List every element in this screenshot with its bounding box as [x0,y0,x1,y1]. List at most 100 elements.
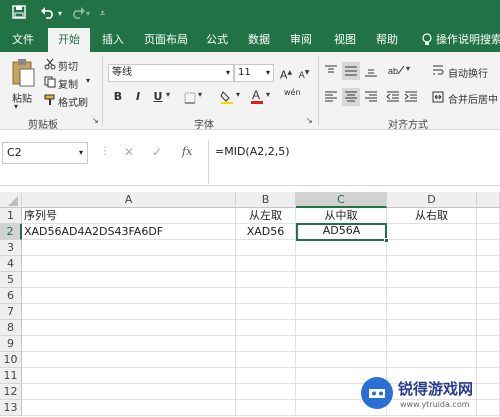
cell-d1[interactable]: 从右取 [387,208,477,224]
empty-cell[interactable] [296,320,387,336]
fill-color-icon[interactable] [220,90,234,107]
tell-me-search[interactable]: 操作说明搜索 [436,28,500,52]
decrease-font-icon[interactable]: A▼ [296,64,312,82]
empty-cell[interactable] [296,256,387,272]
empty-cell[interactable] [236,272,296,288]
row-header[interactable]: 8 [0,320,22,336]
align-left-icon[interactable] [324,90,338,107]
empty-cell[interactable] [477,352,500,368]
font-color-icon[interactable]: A [250,88,264,107]
tab-help[interactable]: 帮助 [370,28,404,52]
empty-cell[interactable] [387,240,477,256]
empty-cell[interactable] [477,208,500,224]
empty-cell[interactable] [22,256,236,272]
cell-c2-active[interactable]: AD56A [296,223,387,241]
customize-toolbar-icon[interactable]: ⩡ [100,5,105,23]
tab-insert[interactable]: 插入 [96,28,130,52]
name-box[interactable]: C2 ▾ [2,142,88,164]
tab-page-layout[interactable]: 页面布局 [138,28,194,52]
align-center-icon[interactable] [342,88,360,106]
empty-cell[interactable] [22,400,236,416]
empty-cell[interactable] [22,336,236,352]
italic-button[interactable]: I [130,88,146,106]
cell-a1[interactable]: 序列号 [22,208,236,224]
empty-cell[interactable] [477,320,500,336]
empty-cell[interactable] [296,304,387,320]
empty-cell[interactable] [22,384,236,400]
orientation-icon[interactable]: ab [388,62,406,81]
wrap-text-label[interactable]: 自动换行 [448,65,488,80]
underline-dropdown-icon[interactable]: ▾ [166,90,170,99]
cell-c1[interactable]: 从中取 [296,208,387,224]
empty-cell[interactable] [236,256,296,272]
column-header-a[interactable]: A [22,192,236,208]
empty-cell[interactable] [236,320,296,336]
empty-cell[interactable] [296,272,387,288]
copy-label[interactable]: 复制 [58,76,78,91]
merge-center-label[interactable]: 合并后居中 [448,91,498,106]
redo-icon[interactable] [70,5,86,24]
empty-cell[interactable] [236,336,296,352]
empty-cell[interactable] [22,288,236,304]
cut-label[interactable]: 剪切 [58,58,78,73]
row-header[interactable]: 6 [0,288,22,304]
tab-home[interactable]: 开始 [48,28,90,52]
empty-cell[interactable] [236,288,296,304]
empty-cell[interactable] [477,336,500,352]
empty-cell[interactable] [296,240,387,256]
empty-cell[interactable] [236,304,296,320]
fill-color-dropdown-icon[interactable]: ▾ [236,90,240,99]
empty-cell[interactable] [22,240,236,256]
column-header-e[interactable] [477,192,500,208]
clipboard-launcher-icon[interactable]: ↘ [92,116,99,125]
tab-file[interactable]: 文件 [6,28,40,52]
empty-cell[interactable] [387,336,477,352]
cell-b2[interactable]: XAD56 [236,224,296,240]
align-bottom-icon[interactable] [364,64,378,81]
column-header-c[interactable]: C [296,192,387,208]
undo-dropdown-icon[interactable]: ▾ [58,5,62,23]
align-right-icon[interactable] [364,90,378,107]
phonetic-icon[interactable]: wén [284,88,301,97]
empty-cell[interactable] [236,400,296,416]
save-icon[interactable] [12,5,26,24]
empty-cell[interactable] [236,240,296,256]
select-all-corner[interactable] [0,192,22,208]
empty-cell[interactable] [236,368,296,384]
font-launcher-icon[interactable]: ↘ [306,116,313,125]
empty-cell[interactable] [387,256,477,272]
empty-cell[interactable] [236,384,296,400]
empty-cell[interactable] [477,224,500,240]
empty-cell[interactable] [477,288,500,304]
tab-data[interactable]: 数据 [242,28,276,52]
cell-a2[interactable]: XAD56AD4A2DS43FA6DF [22,224,236,240]
format-painter-icon[interactable] [44,94,56,109]
empty-cell[interactable] [387,320,477,336]
row-header[interactable]: 12 [0,384,22,400]
row-header[interactable]: 3 [0,240,22,256]
cancel-icon[interactable]: ✕ [124,145,134,159]
empty-cell[interactable] [22,352,236,368]
row-header[interactable]: 13 [0,400,22,416]
font-size-select[interactable]: 11 ▾ [234,64,274,82]
empty-cell[interactable] [477,256,500,272]
merge-center-icon[interactable] [432,91,444,106]
empty-cell[interactable] [296,288,387,304]
column-header-b[interactable]: B [236,192,296,208]
tab-formulas[interactable]: 公式 [200,28,234,52]
copy-dropdown-icon[interactable]: ▾ [86,76,90,85]
wrap-text-icon[interactable] [432,64,444,81]
row-header[interactable]: 10 [0,352,22,368]
font-color-dropdown-icon[interactable]: ▾ [266,90,270,99]
empty-cell[interactable] [296,352,387,368]
paste-icon[interactable] [10,58,36,91]
fill-handle[interactable] [384,238,389,243]
row-header[interactable]: 4 [0,256,22,272]
underline-button[interactable]: U [150,88,166,106]
format-painter-label[interactable]: 格式刷 [58,94,88,109]
cell-b1[interactable]: 从左取 [236,208,296,224]
empty-cell[interactable] [477,272,500,288]
empty-cell[interactable] [22,368,236,384]
enter-icon[interactable]: ✓ [152,145,162,159]
empty-cell[interactable] [387,288,477,304]
